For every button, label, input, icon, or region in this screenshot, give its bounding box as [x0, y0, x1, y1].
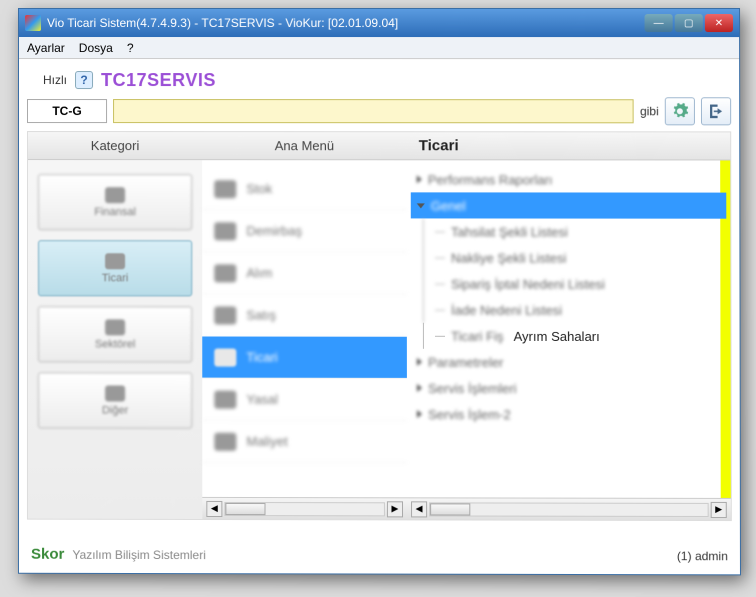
- tree-tahsilat[interactable]: Tahsilat Şekli Listesi: [411, 218, 727, 244]
- ticari-column: Ticari Performans Raporları Genel Tahsil…: [407, 132, 731, 520]
- kategori-ticari[interactable]: Ticari: [38, 240, 192, 296]
- window-title: Vio Ticari Sistem(4.7.4.9.3) - TC17SERVI…: [47, 16, 645, 30]
- scroll-right-icon[interactable]: ▶: [711, 501, 727, 517]
- menu-satis[interactable]: Satış: [202, 294, 407, 336]
- exit-icon: [707, 102, 725, 120]
- menu-stok[interactable]: Stok: [202, 168, 407, 210]
- service-name: TC17SERVIS: [101, 70, 216, 91]
- quick-label: Hızlı: [27, 73, 67, 87]
- tree-performans[interactable]: Performans Raporları: [411, 166, 727, 192]
- minimize-button[interactable]: —: [645, 14, 673, 32]
- app-window: Vio Ticari Sistem(4.7.4.9.3) - TC17SERVI…: [18, 8, 741, 575]
- kategori-sektorel[interactable]: Sektörel: [38, 306, 192, 362]
- kategori-column: Kategori Finansal Ticari Sektörel Diğer: [28, 132, 202, 519]
- tree-siparis[interactable]: Sipariş İptal Nedeni Listesi: [411, 271, 727, 297]
- footer-brand: Skor: [31, 546, 64, 563]
- scroll-right-icon[interactable]: ▶: [387, 501, 403, 517]
- tree-ayrim-label: Ayrım Sahaları: [514, 328, 600, 343]
- menu-bar: Ayarlar Dosya ?: [19, 37, 739, 59]
- menu-dosya[interactable]: Dosya: [79, 41, 113, 55]
- footer: Skor Yazılım Bilişim Sistemleri (1) admi…: [31, 546, 728, 565]
- tree-servis-islemleri[interactable]: Servis İşlemleri: [411, 375, 727, 402]
- tree-nakliye[interactable]: Nakliye Şekli Listesi: [411, 244, 727, 270]
- ticari-hscroll[interactable]: ◀ ▶: [407, 497, 731, 520]
- scroll-left-icon[interactable]: ◀: [411, 501, 427, 517]
- tree-parametreler[interactable]: Parametreler: [411, 349, 727, 376]
- menu-alim[interactable]: Alım: [202, 252, 407, 294]
- menu-ticari[interactable]: Ticari: [202, 336, 407, 378]
- kategori-header: Kategori: [28, 132, 202, 160]
- main-panel: Kategori Finansal Ticari Sektörel Diğer …: [27, 131, 732, 521]
- scroll-left-icon[interactable]: ◀: [206, 500, 222, 516]
- anamenu-column: Ana Menü Stok Demirbaş Alım Satış Ticari…: [202, 132, 407, 519]
- menu-maliyet[interactable]: Maliyet: [202, 421, 407, 463]
- menu-ayarlar[interactable]: Ayarlar: [27, 41, 65, 55]
- kategori-diger[interactable]: Diğer: [38, 372, 192, 428]
- close-button[interactable]: ✕: [705, 14, 733, 32]
- tcg-box[interactable]: TC-G: [27, 99, 107, 123]
- settings-button[interactable]: [665, 97, 695, 125]
- app-icon: [25, 15, 41, 31]
- footer-user: (1) admin: [677, 549, 728, 563]
- gear-icon: [671, 102, 689, 120]
- exit-button[interactable]: [701, 97, 731, 125]
- anamenu-hscroll[interactable]: ◀ ▶: [202, 497, 407, 519]
- anamenu-header: Ana Menü: [202, 132, 407, 160]
- menu-yasal[interactable]: Yasal: [202, 379, 407, 421]
- kategori-finansal[interactable]: Finansal: [38, 174, 192, 230]
- tree-genel[interactable]: Genel: [411, 192, 727, 218]
- search-input[interactable]: [113, 99, 634, 123]
- menu-demirbas[interactable]: Demirbaş: [202, 210, 407, 252]
- footer-company: Yazılım Bilişim Sistemleri: [72, 547, 676, 562]
- maximize-button[interactable]: ▢: [675, 14, 703, 32]
- tree-servis-islem2[interactable]: Servis İşlem-2: [411, 401, 727, 428]
- help-icon[interactable]: ?: [75, 71, 93, 89]
- tree-iade[interactable]: İade Nedeni Listesi: [411, 297, 727, 323]
- ticari-tree: Performans Raporları Genel Tahsilat Şekl…: [407, 160, 731, 498]
- menu-help[interactable]: ?: [127, 41, 134, 55]
- ticari-header: Ticari: [407, 132, 731, 160]
- gibi-label: gibi: [640, 104, 659, 118]
- title-bar[interactable]: Vio Ticari Sistem(4.7.4.9.3) - TC17SERVI…: [19, 9, 739, 37]
- tree-ayrim-sahalari[interactable]: Ticari FişAyrım Sahaları: [411, 323, 727, 350]
